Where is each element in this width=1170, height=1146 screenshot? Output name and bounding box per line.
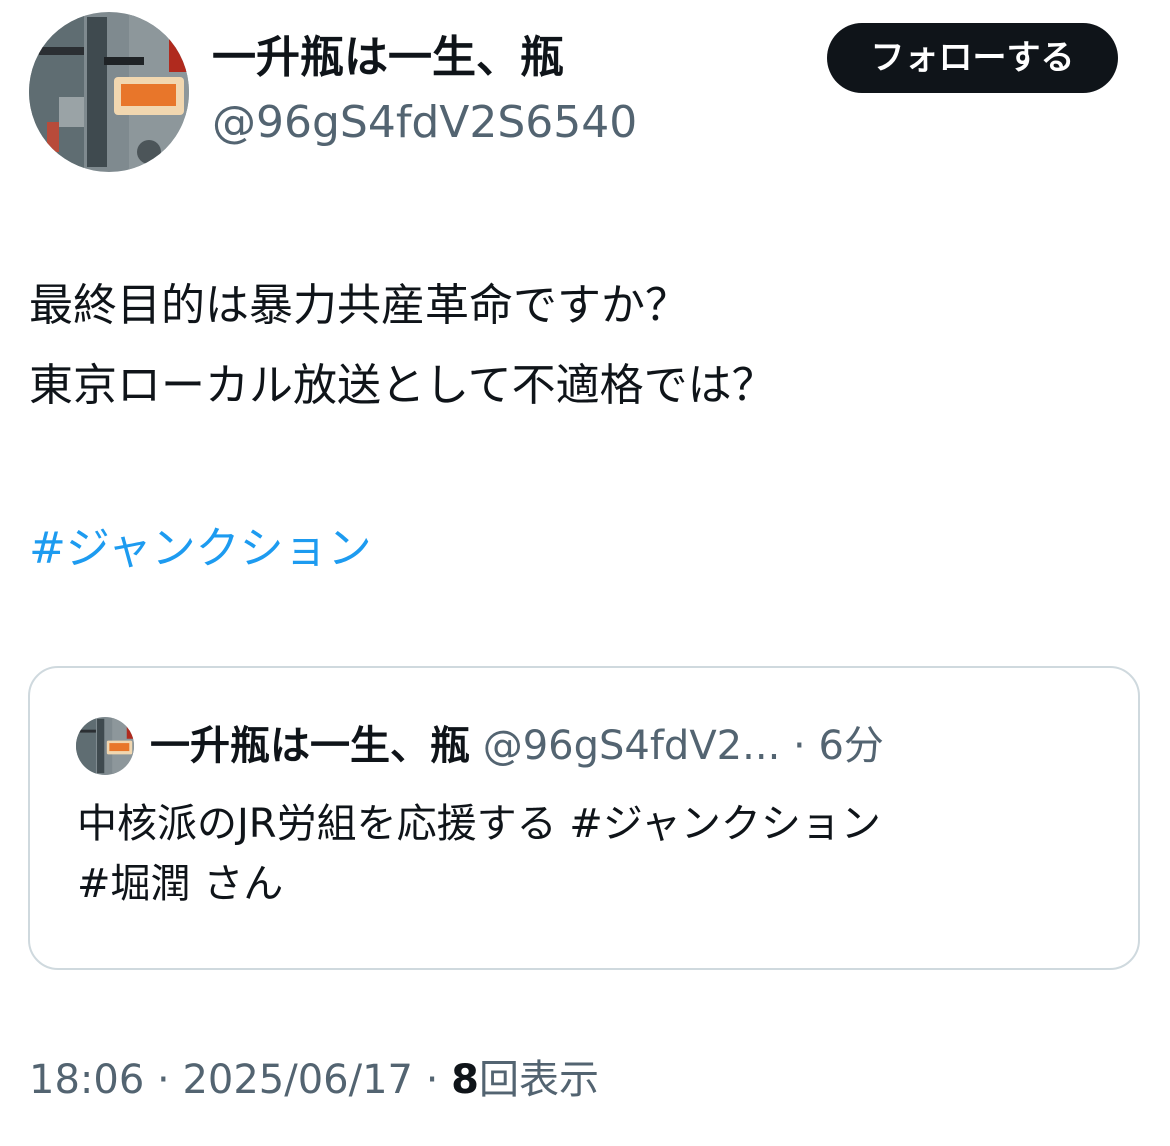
- meta-separator: ·: [157, 1057, 170, 1103]
- author-display-name[interactable]: 一升瓶は一生、瓶: [212, 30, 564, 86]
- abstract-painting-avatar-icon: [29, 12, 189, 172]
- meta-separator: ·: [425, 1057, 439, 1103]
- tweet-body: 最終目的は暴力共産革命ですか？ 東京ローカル放送として不適格では？: [29, 266, 1139, 426]
- abstract-painting-avatar-icon: [76, 717, 134, 775]
- quoted-separator: ·: [793, 723, 806, 769]
- quoted-tweet-card[interactable]: 一升瓶は一生、瓶 @96gS4fdV2... · 6分 中核派のJR労組を応援す…: [28, 666, 1140, 970]
- quoted-display-name: 一升瓶は一生、瓶: [150, 723, 470, 769]
- hashtag-link[interactable]: #ジャンクション: [29, 514, 372, 584]
- quoted-hashtag[interactable]: #堀潤: [77, 861, 191, 907]
- tweet-date[interactable]: 2025/06/17: [182, 1057, 413, 1103]
- quoted-author-avatar: [76, 717, 134, 775]
- quoted-text-line: 中核派のJR労組を応援する #ジャンクション: [77, 801, 881, 847]
- tweet-line: 東京ローカル放送として不適格では？: [29, 360, 776, 411]
- follow-button[interactable]: フォローする: [827, 23, 1118, 93]
- author-handle[interactable]: @96gS4fdV2S6540: [212, 95, 637, 151]
- quoted-handle: @96gS4fdV2...: [482, 723, 781, 769]
- quoted-tweet-body: 中核派のJR労組を応援する #ジャンクション #堀潤 さん: [77, 794, 1117, 914]
- tweet-meta: 18:06 · 2025/06/17 · 8回表示: [29, 1050, 599, 1110]
- author-avatar[interactable]: [29, 12, 189, 172]
- views-label: 回表示: [478, 1057, 599, 1103]
- views-count: 8: [451, 1057, 479, 1103]
- tweet-time[interactable]: 18:06: [29, 1057, 144, 1103]
- quoted-tweet-header: 一升瓶は一生、瓶 @96gS4fdV2... · 6分: [150, 718, 884, 774]
- quoted-suffix: さん: [190, 861, 284, 907]
- tweet-line: 最終目的は暴力共産革命ですか？: [29, 280, 689, 331]
- quoted-text-line-2: #堀潤 さん: [77, 854, 1117, 914]
- quoted-timestamp: 6分: [818, 723, 884, 769]
